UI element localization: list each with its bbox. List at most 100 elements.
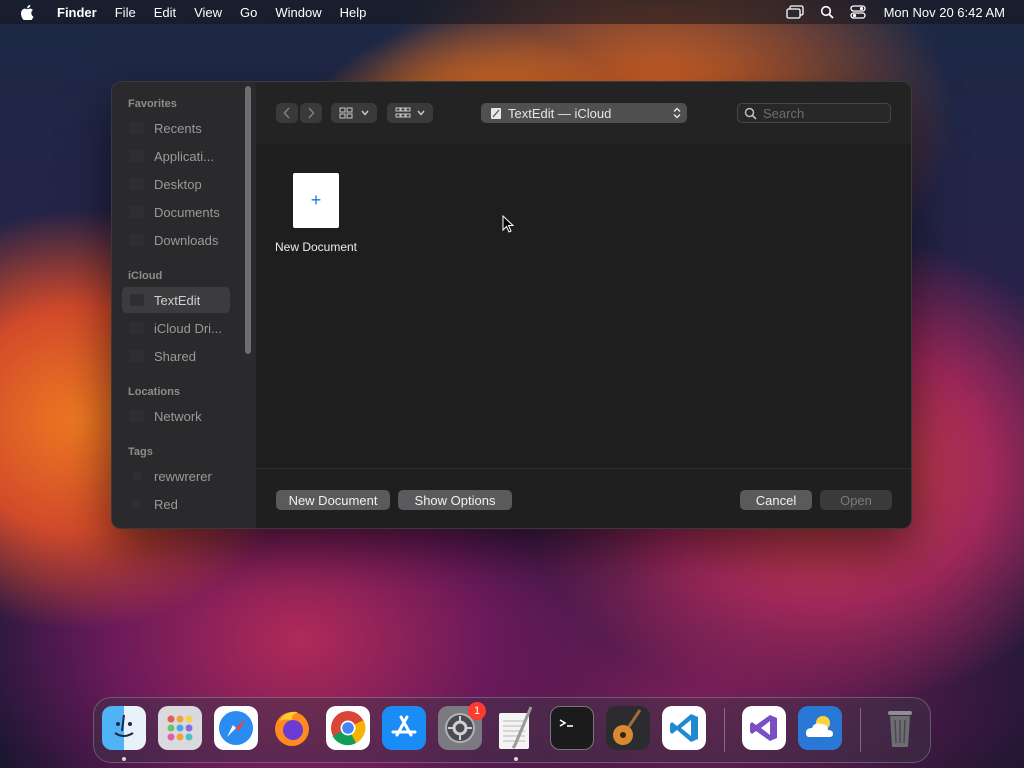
dock-chrome[interactable]: [326, 706, 370, 750]
sidebar-item-network[interactable]: Network: [122, 403, 230, 429]
dock-trash[interactable]: [878, 706, 922, 750]
grid-view-icon: [339, 107, 353, 119]
location-popup[interactable]: TextEdit — iCloud: [481, 103, 687, 123]
running-indicator: [514, 757, 518, 761]
sidebar-item-tag-rewwrerer[interactable]: rewwrerer: [122, 463, 230, 489]
sidebar-header-icloud: iCloud: [128, 270, 163, 282]
dock-textedit[interactable]: [494, 706, 538, 750]
new-document-button[interactable]: New Document: [276, 490, 390, 510]
screen-mirroring-icon[interactable]: [778, 5, 812, 19]
dock: 1: [93, 697, 931, 763]
dock-vscode[interactable]: [662, 706, 706, 750]
guitar-icon: [613, 709, 642, 745]
file-browser-area[interactable]: + New Document: [256, 144, 911, 468]
visual-studio-icon: [750, 715, 777, 741]
sidebar-item-applications[interactable]: Applicati...: [122, 143, 230, 169]
menu-edit[interactable]: Edit: [145, 5, 185, 20]
cloud-icon: [130, 322, 144, 334]
finder-icon: [114, 714, 134, 737]
chevron-left-icon: [283, 107, 290, 119]
back-button[interactable]: [276, 103, 298, 123]
sidebar-item-label: Recents: [154, 120, 202, 136]
menu-go[interactable]: Go: [231, 5, 266, 20]
sidebar-item-label: Red: [154, 496, 178, 512]
shared-folder-icon: [130, 350, 144, 362]
clock-icon: [130, 122, 144, 134]
firefox-icon: [275, 711, 309, 746]
sidebar-scrollbar[interactable]: [245, 86, 251, 354]
sidebar-item-label: Documents: [154, 204, 220, 220]
dock-app-store[interactable]: [382, 706, 426, 750]
new-document-icon[interactable]: +: [293, 173, 339, 228]
folder-icon: [130, 294, 144, 306]
plus-icon: +: [310, 190, 322, 210]
group-by-button[interactable]: [387, 103, 433, 123]
control-center-icon[interactable]: [842, 5, 874, 19]
sidebar-item-label: Downloads: [154, 232, 219, 248]
dock-separator: [724, 708, 725, 752]
dock-garageband[interactable]: [606, 706, 650, 750]
show-options-button[interactable]: Show Options: [398, 490, 512, 510]
view-mode-button[interactable]: [331, 103, 377, 123]
cancel-button[interactable]: Cancel: [740, 490, 812, 510]
sidebar-item-desktop[interactable]: Desktop: [122, 171, 230, 197]
dialog-toolbar: TextEdit — iCloud Search: [256, 82, 911, 145]
sidebar-item-documents[interactable]: Documents: [122, 199, 230, 225]
menu-view[interactable]: View: [185, 5, 231, 20]
sidebar-item-label: Applicati...: [154, 148, 214, 164]
sidebar-item-tag-red[interactable]: Red: [122, 491, 230, 517]
chevron-right-icon: [308, 107, 315, 119]
dock-finder[interactable]: [102, 706, 146, 750]
menu-window[interactable]: Window: [266, 5, 330, 20]
dialog-sidebar: Favorites Recents Applicati... Desktop D…: [112, 82, 257, 528]
menu-status-area: Mon Nov 20 6:42 AM: [778, 5, 1024, 20]
location-label: TextEdit — iCloud: [508, 105, 612, 121]
new-document-label[interactable]: New Document: [266, 240, 366, 254]
dock-system-settings[interactable]: 1: [438, 702, 486, 750]
tag-dot-icon: [132, 499, 142, 509]
sidebar-item-downloads[interactable]: Downloads: [122, 227, 230, 253]
sidebar-header-favorites: Favorites: [128, 98, 177, 110]
search-field[interactable]: Search: [737, 103, 891, 123]
sidebar-item-label: Shared: [154, 348, 196, 364]
forward-button[interactable]: [300, 103, 322, 123]
menu-app-name[interactable]: Finder: [48, 5, 106, 20]
sidebar-item-shared[interactable]: Shared: [122, 343, 230, 369]
tag-dot-icon: [132, 471, 142, 481]
dock-separator: [860, 708, 861, 752]
safari-compass-icon: [219, 711, 253, 745]
terminal-icon: [559, 719, 573, 727]
running-indicator: [122, 757, 126, 761]
menu-clock[interactable]: Mon Nov 20 6:42 AM: [874, 5, 1024, 20]
chevron-down-icon: [361, 110, 369, 116]
download-icon: [130, 234, 144, 246]
sidebar-item-icloud-drive[interactable]: iCloud Dri...: [122, 315, 230, 341]
dock-weather[interactable]: [798, 706, 842, 750]
menu-help[interactable]: Help: [331, 5, 376, 20]
sidebar-item-textedit[interactable]: TextEdit: [122, 287, 230, 313]
network-icon: [130, 410, 144, 422]
apple-icon[interactable]: [20, 4, 34, 20]
notification-badge: 1: [468, 702, 486, 720]
dock-terminal[interactable]: [550, 706, 594, 750]
up-down-chevron-icon: [673, 107, 681, 119]
sidebar-item-label: Desktop: [154, 176, 202, 192]
textedit-document-icon: [491, 107, 501, 119]
sidebar-item-label: Network: [154, 408, 202, 424]
dock-launchpad[interactable]: [158, 706, 202, 750]
dialog-footer: New Document Show Options Cancel Open: [256, 468, 911, 528]
app-store-icon: [391, 715, 417, 737]
menu-file[interactable]: File: [106, 5, 145, 20]
open-button[interactable]: Open: [820, 490, 892, 510]
search-icon: [744, 107, 757, 120]
sidebar-header-tags: Tags: [128, 446, 153, 458]
dock-firefox[interactable]: [270, 706, 314, 750]
group-grid-icon: [395, 107, 411, 118]
search-placeholder: Search: [763, 105, 805, 121]
textedit-icon: [499, 706, 533, 749]
dock-safari[interactable]: [214, 706, 258, 750]
sidebar-item-recents[interactable]: Recents: [122, 115, 230, 141]
open-dialog: Favorites Recents Applicati... Desktop D…: [111, 81, 912, 529]
spotlight-search-icon[interactable]: [812, 5, 842, 19]
dock-visual-studio[interactable]: [742, 706, 786, 750]
